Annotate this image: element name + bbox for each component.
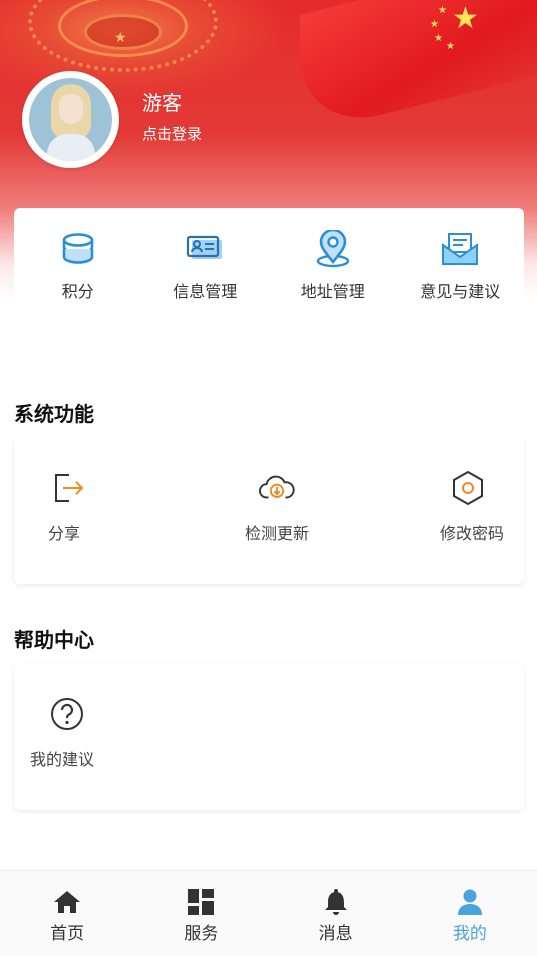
my-suggestions-label: 我的建议	[30, 750, 95, 769]
quick-action-points[interactable]: 积分	[14, 208, 142, 310]
quick-action-label: 地址管理	[300, 282, 365, 301]
system-functions-card: 分享 检测更新 修改密码	[14, 438, 524, 584]
tab-mine[interactable]: 我的	[403, 871, 537, 956]
flag-star-icon: ★	[430, 19, 439, 30]
home-icon	[52, 887, 82, 917]
tab-label: 首页	[50, 924, 85, 944]
avatar[interactable]	[22, 71, 119, 168]
flag-star-icon: ★	[438, 5, 447, 16]
grid-icon	[186, 887, 216, 917]
check-update-label: 检测更新	[244, 524, 309, 543]
flag-star-icon: ★	[452, 1, 479, 36]
question-circle-icon	[49, 696, 85, 732]
profile-page: ★ ★ ★ ★ ★ ★ 游客 点击登录 积分 信息管理 地址管理 意见与建议 系…	[0, 0, 537, 956]
cloud-download-icon	[258, 470, 295, 506]
quick-action-label: 意见与建议	[420, 282, 501, 301]
tab-services[interactable]: 服务	[134, 871, 268, 956]
coins-stack-icon	[59, 230, 97, 268]
id-card-icon	[186, 230, 224, 268]
section-title-system: 系统功能	[14, 402, 94, 426]
change-password-label: 修改密码	[439, 524, 504, 543]
login-link[interactable]: 点击登录	[142, 124, 202, 144]
flag-star-icon: ★	[446, 41, 455, 52]
tab-label: 我的	[452, 924, 487, 944]
section-title-help: 帮助中心	[14, 628, 94, 652]
tab-label: 消息	[318, 924, 353, 944]
quick-action-label: 积分	[61, 282, 94, 301]
flag-decoration	[300, 0, 537, 135]
flag-star-icon: ★	[434, 33, 443, 44]
user-name: 游客	[142, 91, 182, 115]
help-center-card: 我的建议	[14, 664, 524, 810]
tab-messages[interactable]: 消息	[269, 871, 403, 956]
quick-action-feedback[interactable]: 意见与建议	[397, 208, 525, 310]
share-label: 分享	[48, 524, 81, 543]
quick-action-address-management[interactable]: 地址管理	[269, 208, 397, 310]
check-update-button[interactable]: 检测更新	[201, 470, 352, 544]
quick-action-info-management[interactable]: 信息管理	[142, 208, 270, 310]
envelope-icon	[441, 230, 479, 268]
quick-actions-card: 积分 信息管理 地址管理 意见与建议	[14, 208, 524, 310]
share-button[interactable]: 分享	[14, 470, 201, 544]
tab-home[interactable]: 首页	[0, 871, 134, 956]
tab-label: 服务	[184, 924, 219, 944]
hexagon-settings-icon	[450, 470, 486, 506]
change-password-button[interactable]: 修改密码	[353, 470, 524, 544]
user-icon	[455, 887, 485, 917]
emblem-star-icon: ★	[114, 30, 127, 46]
my-suggestions-button[interactable]: 我的建议	[14, 696, 524, 770]
bell-icon	[321, 887, 351, 917]
share-exit-icon	[50, 470, 86, 506]
location-pin-icon	[314, 230, 352, 268]
bottom-tab-bar: 首页 服务 消息 我的	[0, 870, 537, 956]
quick-action-label: 信息管理	[173, 282, 238, 301]
